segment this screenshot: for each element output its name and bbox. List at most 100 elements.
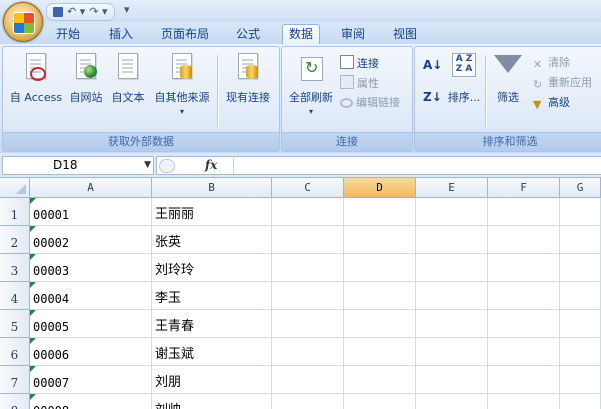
cell-empty[interactable] (272, 198, 344, 226)
sort-a-to-z-icon[interactable]: A↓ (423, 57, 442, 73)
column-header-f[interactable]: F (488, 178, 560, 198)
cell-empty[interactable] (272, 366, 344, 394)
refresh-all-button[interactable]: 全部刷新 ▾ (286, 53, 336, 116)
office-button[interactable] (3, 2, 43, 42)
cell-empty[interactable] (416, 310, 488, 338)
cell-B[interactable]: 刘朋 (152, 366, 272, 394)
row-header[interactable]: 3 (0, 254, 30, 282)
sort-z-to-a-icon[interactable]: Z↓ (423, 89, 442, 105)
cell-B[interactable]: 李玉 (152, 282, 272, 310)
cell-B[interactable]: 王丽丽 (152, 198, 272, 226)
filter-button[interactable]: 筛选 (491, 53, 525, 105)
cell-empty[interactable] (272, 338, 344, 366)
cell-empty[interactable] (344, 394, 416, 409)
cell-empty[interactable] (344, 310, 416, 338)
row-header[interactable]: 6 (0, 338, 30, 366)
formula-input[interactable] (233, 157, 601, 174)
cell-A[interactable]: 00004 (30, 282, 152, 310)
cell-B[interactable]: 王青春 (152, 310, 272, 338)
undo-button[interactable]: ↶ ▾ (67, 5, 85, 19)
cell-empty[interactable] (560, 226, 601, 254)
cell-empty[interactable] (272, 310, 344, 338)
cell-empty[interactable] (560, 394, 601, 409)
cell-empty[interactable] (488, 366, 560, 394)
advanced-filter-button[interactable]: ▼ 高级 (533, 95, 570, 111)
cell-empty[interactable] (272, 226, 344, 254)
column-header-d[interactable]: D (344, 178, 416, 198)
edit-links-button[interactable]: 编辑链接 (340, 95, 400, 111)
connections-button[interactable]: 连接 (340, 55, 379, 71)
cell-A[interactable]: 00001 (30, 198, 152, 226)
from-web-button[interactable]: 自网站 (65, 53, 107, 105)
cell-empty[interactable] (272, 394, 344, 409)
row-header[interactable]: 4 (0, 282, 30, 310)
properties-button[interactable]: 属性 (340, 75, 379, 91)
existing-connections-button[interactable]: 现有连接 (220, 53, 276, 105)
tab-insert[interactable]: 插入 (103, 25, 139, 44)
cell-empty[interactable] (416, 198, 488, 226)
cell-empty[interactable] (560, 338, 601, 366)
cell-empty[interactable] (416, 282, 488, 310)
tab-page-layout[interactable]: 页面布局 (155, 25, 215, 44)
name-box[interactable]: D18 ▼ (2, 156, 154, 175)
row-header[interactable]: 5 (0, 310, 30, 338)
tab-home[interactable]: 开始 (50, 25, 86, 44)
cell-empty[interactable] (344, 366, 416, 394)
cell-A[interactable]: 00003 (30, 254, 152, 282)
cell-empty[interactable] (344, 282, 416, 310)
cell-empty[interactable] (488, 394, 560, 409)
cell-B[interactable]: 谢玉斌 (152, 338, 272, 366)
select-all-button[interactable] (0, 178, 30, 198)
cell-empty[interactable] (416, 338, 488, 366)
tab-data[interactable]: 数据 (282, 24, 321, 46)
cell-empty[interactable] (272, 254, 344, 282)
row-header[interactable]: 7 (0, 366, 30, 394)
column-header-a[interactable]: A (30, 178, 152, 198)
from-text-button[interactable]: 自文本 (107, 53, 149, 105)
cell-A[interactable]: 00007 (30, 366, 152, 394)
column-header-b[interactable]: B (152, 178, 272, 198)
column-header-c[interactable]: C (272, 178, 344, 198)
cell-empty[interactable] (488, 338, 560, 366)
cell-empty[interactable] (488, 254, 560, 282)
cell-empty[interactable] (416, 394, 488, 409)
cell-empty[interactable] (488, 198, 560, 226)
cell-A[interactable]: 00005 (30, 310, 152, 338)
tab-formulas[interactable]: 公式 (230, 25, 266, 44)
cell-empty[interactable] (344, 338, 416, 366)
insert-function-button[interactable]: fx (205, 157, 217, 174)
cell-B[interactable]: 张英 (152, 226, 272, 254)
clear-filter-button[interactable]: ✕ 清除 (533, 55, 570, 71)
redo-button[interactable]: ↷ ▾ (89, 5, 107, 19)
sort-button[interactable]: A ZZ A 排序... (447, 53, 481, 105)
cell-empty[interactable] (560, 254, 601, 282)
save-icon[interactable] (53, 7, 63, 17)
cell-empty[interactable] (560, 310, 601, 338)
cell-empty[interactable] (488, 310, 560, 338)
cell-empty[interactable] (488, 226, 560, 254)
cell-empty[interactable] (488, 282, 560, 310)
from-access-button[interactable]: 自 Access (7, 53, 65, 105)
customize-qat-button[interactable]: ▾ (124, 3, 130, 16)
reapply-filter-button[interactable]: ↻ 重新应用 (533, 75, 592, 91)
cell-empty[interactable] (272, 282, 344, 310)
column-header-g[interactable]: G (560, 178, 601, 198)
cell-empty[interactable] (344, 226, 416, 254)
cell-B[interactable]: 刘帅 (152, 394, 272, 409)
cell-A[interactable]: 00006 (30, 338, 152, 366)
cell-empty[interactable] (416, 254, 488, 282)
chevron-down-icon[interactable]: ▼ (144, 157, 151, 174)
row-header[interactable]: 8 (0, 394, 30, 409)
cell-empty[interactable] (416, 366, 488, 394)
cell-A[interactable]: 00008 (30, 394, 152, 409)
cell-empty[interactable] (560, 366, 601, 394)
tab-view[interactable]: 视图 (387, 25, 423, 44)
cell-empty[interactable] (560, 198, 601, 226)
cell-empty[interactable] (344, 198, 416, 226)
row-header[interactable]: 1 (0, 198, 30, 226)
tab-review[interactable]: 审阅 (335, 25, 371, 44)
cell-A[interactable]: 00002 (30, 226, 152, 254)
cell-empty[interactable] (416, 226, 488, 254)
cell-empty[interactable] (560, 282, 601, 310)
column-header-e[interactable]: E (416, 178, 488, 198)
